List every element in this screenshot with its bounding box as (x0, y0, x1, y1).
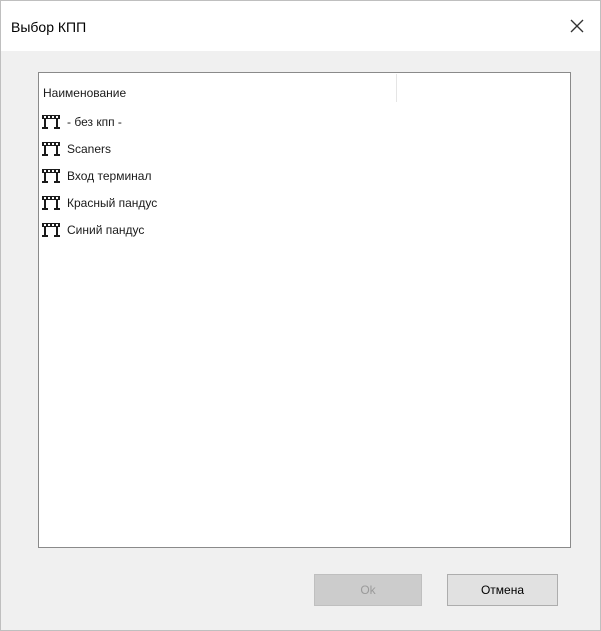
barrier-gate-icon (41, 195, 61, 211)
list-item[interactable]: Вход терминал (41, 162, 561, 189)
barrier-gate-icon (41, 168, 61, 184)
cancel-button[interactable]: Отмена (447, 574, 558, 606)
checkpoint-list[interactable]: Наименование - без кпп - Scaners Вход те… (38, 72, 571, 548)
list-item-label: Scaners (67, 141, 112, 156)
list-item[interactable]: Scaners (41, 135, 561, 162)
list-items: - без кпп - Scaners Вход терминал Красны… (41, 108, 561, 243)
list-item-label: Синий пандус (67, 222, 145, 237)
list-item[interactable]: - без кпп - (41, 108, 561, 135)
list-header: Наименование (39, 73, 570, 103)
list-item-label: Вход терминал (67, 168, 152, 183)
close-icon (570, 19, 584, 33)
cancel-button-label: Отмена (480, 583, 525, 597)
close-button[interactable] (558, 11, 596, 41)
barrier-gate-icon (41, 114, 61, 130)
column-header-name[interactable]: Наименование (43, 86, 126, 100)
dialog-title: Выбор КПП (11, 19, 87, 35)
list-item[interactable]: Синий пандус (41, 216, 561, 243)
list-item[interactable]: Красный пандус (41, 189, 561, 216)
column-separator[interactable] (396, 74, 397, 102)
ok-button[interactable]: Ok (314, 574, 422, 606)
title-bar: Выбор КПП (1, 1, 600, 51)
dialog-window: Выбор КПП Наименование - без кпп - Scane… (0, 0, 601, 631)
barrier-gate-icon (41, 222, 61, 238)
list-item-label: - без кпп - (67, 114, 122, 129)
ok-button-label: Ok (360, 583, 376, 597)
barrier-gate-icon (41, 141, 61, 157)
list-item-label: Красный пандус (67, 195, 158, 210)
